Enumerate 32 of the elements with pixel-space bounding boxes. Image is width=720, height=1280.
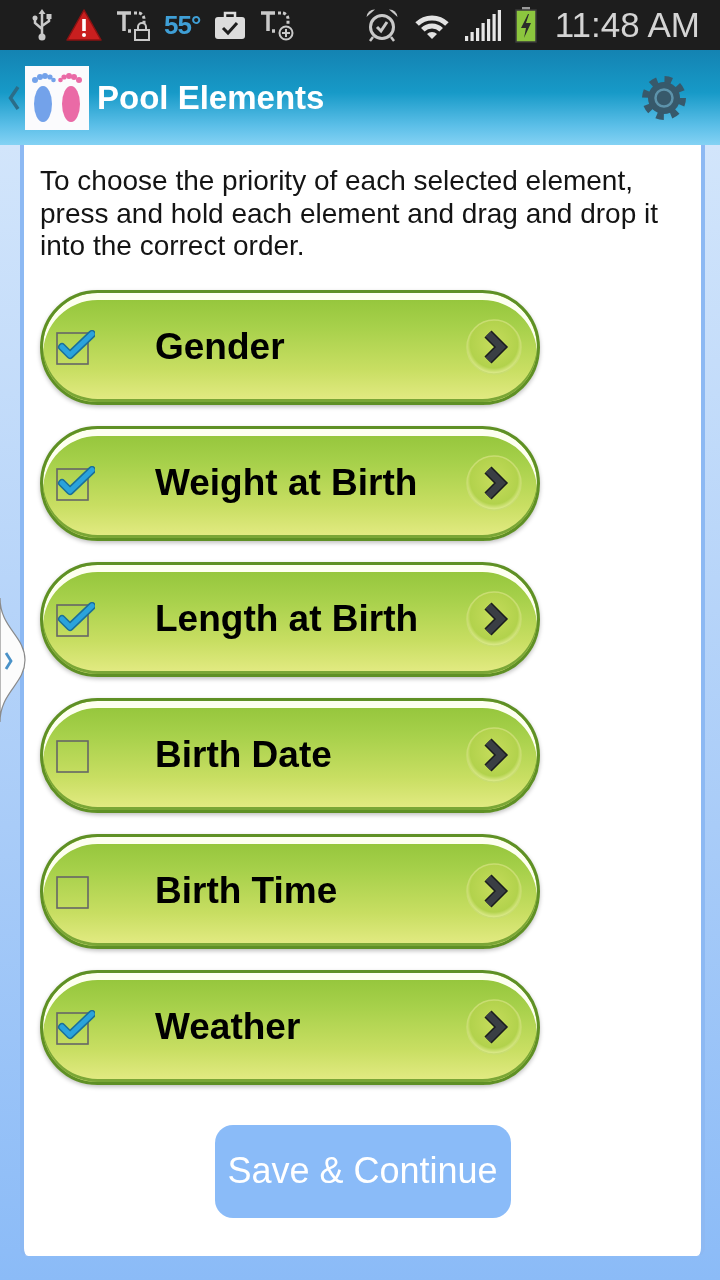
- chevron-circle-icon: [466, 455, 522, 511]
- chevron-circle-icon: [466, 591, 522, 647]
- clock-time: 11:48 AM: [554, 5, 700, 45]
- signal-icon: [464, 9, 501, 41]
- briefcase-check-icon: [214, 10, 247, 40]
- chevron-circle-icon: [466, 319, 522, 375]
- chevron-circle-icon: [466, 863, 522, 919]
- footprints-icon: [25, 65, 89, 130]
- instructions-text: To choose the priority of each selected element, press and hold each element and drag and drop it into the correct order.: [40, 165, 659, 263]
- back-icon[interactable]: [8, 85, 20, 110]
- battery-icon: [514, 7, 537, 43]
- chevron-circle-icon: [466, 999, 522, 1055]
- settings-icon[interactable]: [642, 75, 686, 120]
- warning-icon: [66, 9, 102, 41]
- checkbox[interactable]: [56, 1009, 95, 1045]
- element-item[interactable]: Weight at Birth: [40, 425, 540, 541]
- t-lock-icon: [116, 9, 150, 41]
- checkbox[interactable]: [56, 465, 95, 501]
- screen-title: Pool Elements: [97, 77, 325, 118]
- element-item[interactable]: Gender: [40, 289, 540, 405]
- element-item[interactable]: Length at Birth: [40, 561, 540, 677]
- element-item[interactable]: Birth Time: [40, 833, 540, 949]
- element-item[interactable]: Weather: [40, 969, 540, 1085]
- usb-icon: [32, 9, 52, 41]
- drawer-handle-icon[interactable]: [0, 598, 26, 722]
- alarm-clock-icon: [364, 8, 399, 42]
- t-plus-icon: [260, 9, 295, 41]
- temperature-text: 55°: [164, 10, 201, 40]
- checkbox[interactable]: [56, 329, 95, 365]
- element-item[interactable]: Birth Date: [40, 697, 540, 813]
- chevron-circle-icon: [466, 727, 522, 783]
- checkbox[interactable]: [56, 601, 95, 637]
